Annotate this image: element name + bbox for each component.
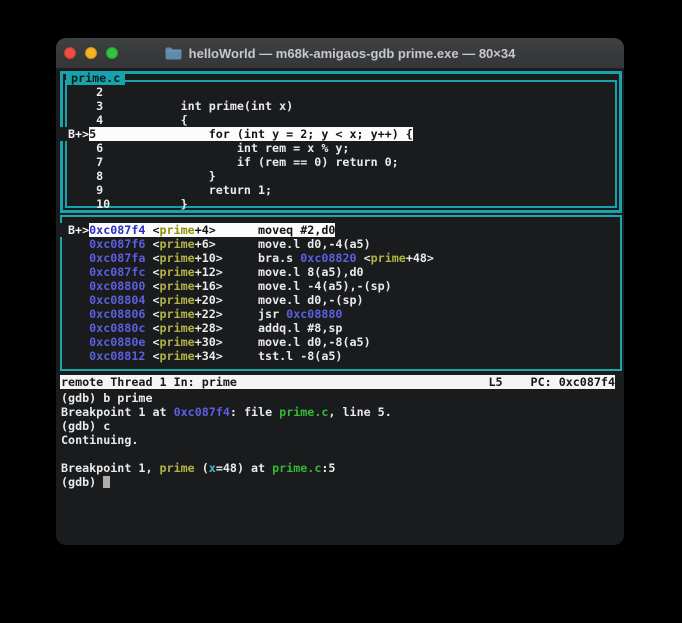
close-button[interactable] — [64, 47, 76, 59]
assembly-panel: B+>0xc087f4 <prime+4> moveq #2,d0 0xc087… — [60, 215, 622, 371]
asm-line: 0xc08800 <prime+16> move.l -4(a5),-(sp) — [89, 279, 392, 293]
status-line-indicator: L5 — [488, 375, 503, 389]
console-line: Continuing. — [61, 433, 139, 447]
window-controls — [64, 47, 118, 59]
status-thread-info: remote Thread 1 In: prime — [61, 375, 237, 389]
console-line: Breakpoint 1, prime (x=48) at prime.c:5 — [61, 461, 336, 475]
source-panel: prime.c 2 3 int prime(int x) 4 {B+>5 for… — [60, 71, 622, 213]
console-line: (gdb) c — [61, 419, 111, 433]
asm-line: 0xc08806 <prime+22> jsr 0xc08880 — [89, 307, 343, 321]
asm-line: 0xc087f6 <prime+6> move.l d0,-4(a5) — [89, 237, 371, 251]
source-panel-title: prime.c — [66, 71, 126, 85]
asm-line: 0xc08804 <prime+20> move.l d0,-(sp) — [89, 293, 364, 307]
asm-line: 0xc087fc <prime+12> move.l 8(a5),d0 — [89, 265, 364, 279]
source-line: 8 } — [68, 169, 216, 183]
source-code-rows: 2 3 int prime(int x) 4 {B+>5 for (int y … — [60, 71, 622, 213]
assembly-rows: B+>0xc087f4 <prime+4> moveq #2,d0 0xc087… — [60, 215, 622, 363]
desktop-background: helloWorld — m68k-amigaos-gdb prime.exe … — [0, 0, 682, 623]
terminal-cursor — [103, 476, 111, 488]
source-line: 2 — [68, 85, 104, 99]
minimize-button[interactable] — [85, 47, 97, 59]
status-pc-indicator: PC: 0xc087f4 — [530, 375, 615, 389]
source-line: 4 { — [68, 113, 188, 127]
asm-line: 0xc087fa <prime+10> bra.s 0xc08820 <prim… — [89, 251, 434, 265]
zoom-button[interactable] — [106, 47, 118, 59]
source-line: 3 int prime(int x) — [68, 99, 294, 113]
source-line: B+>5 for (int y = 2; y < x; y++) { — [68, 127, 413, 141]
asm-line: 0xc08812 <prime+34> tst.l -8(a5) — [89, 349, 343, 363]
source-line: 6 int rem = x % y; — [68, 141, 350, 155]
gdb-console[interactable]: (gdb) b prime Breakpoint 1 at 0xc087f4: f… — [61, 391, 624, 489]
terminal-window: helloWorld — m68k-amigaos-gdb prime.exe … — [56, 38, 624, 545]
source-line: 7 if (rem == 0) return 0; — [68, 155, 399, 169]
console-line: Breakpoint 1 at 0xc087f4: file prime.c, … — [61, 405, 392, 419]
window-title: helloWorld — m68k-amigaos-gdb prime.exe … — [188, 45, 516, 61]
window-title-group: helloWorld — m68k-amigaos-gdb prime.exe … — [165, 45, 516, 61]
folder-icon — [165, 47, 182, 60]
asm-line: 0xc0880e <prime+30> move.l d0,-8(a5) — [89, 335, 371, 349]
status-bar: remote Thread 1 In: prime L5 PC: 0xc087f4 — [60, 375, 615, 389]
console-line: (gdb) b prime — [61, 391, 153, 405]
terminal-content[interactable]: prime.c 2 3 int prime(int x) 4 {B+>5 for… — [56, 69, 624, 545]
asm-line: B+>0xc087f4 <prime+4> moveq #2,d0 — [68, 223, 336, 237]
status-right-group: L5 PC: 0xc087f4 — [488, 375, 615, 389]
asm-line: 0xc0880c <prime+28> addq.l #8,sp — [89, 321, 343, 335]
titlebar[interactable]: helloWorld — m68k-amigaos-gdb prime.exe … — [56, 38, 624, 69]
console-line: (gdb) — [61, 475, 624, 489]
source-line: 9 return 1; — [68, 183, 273, 197]
source-line: 10 } — [68, 197, 188, 211]
